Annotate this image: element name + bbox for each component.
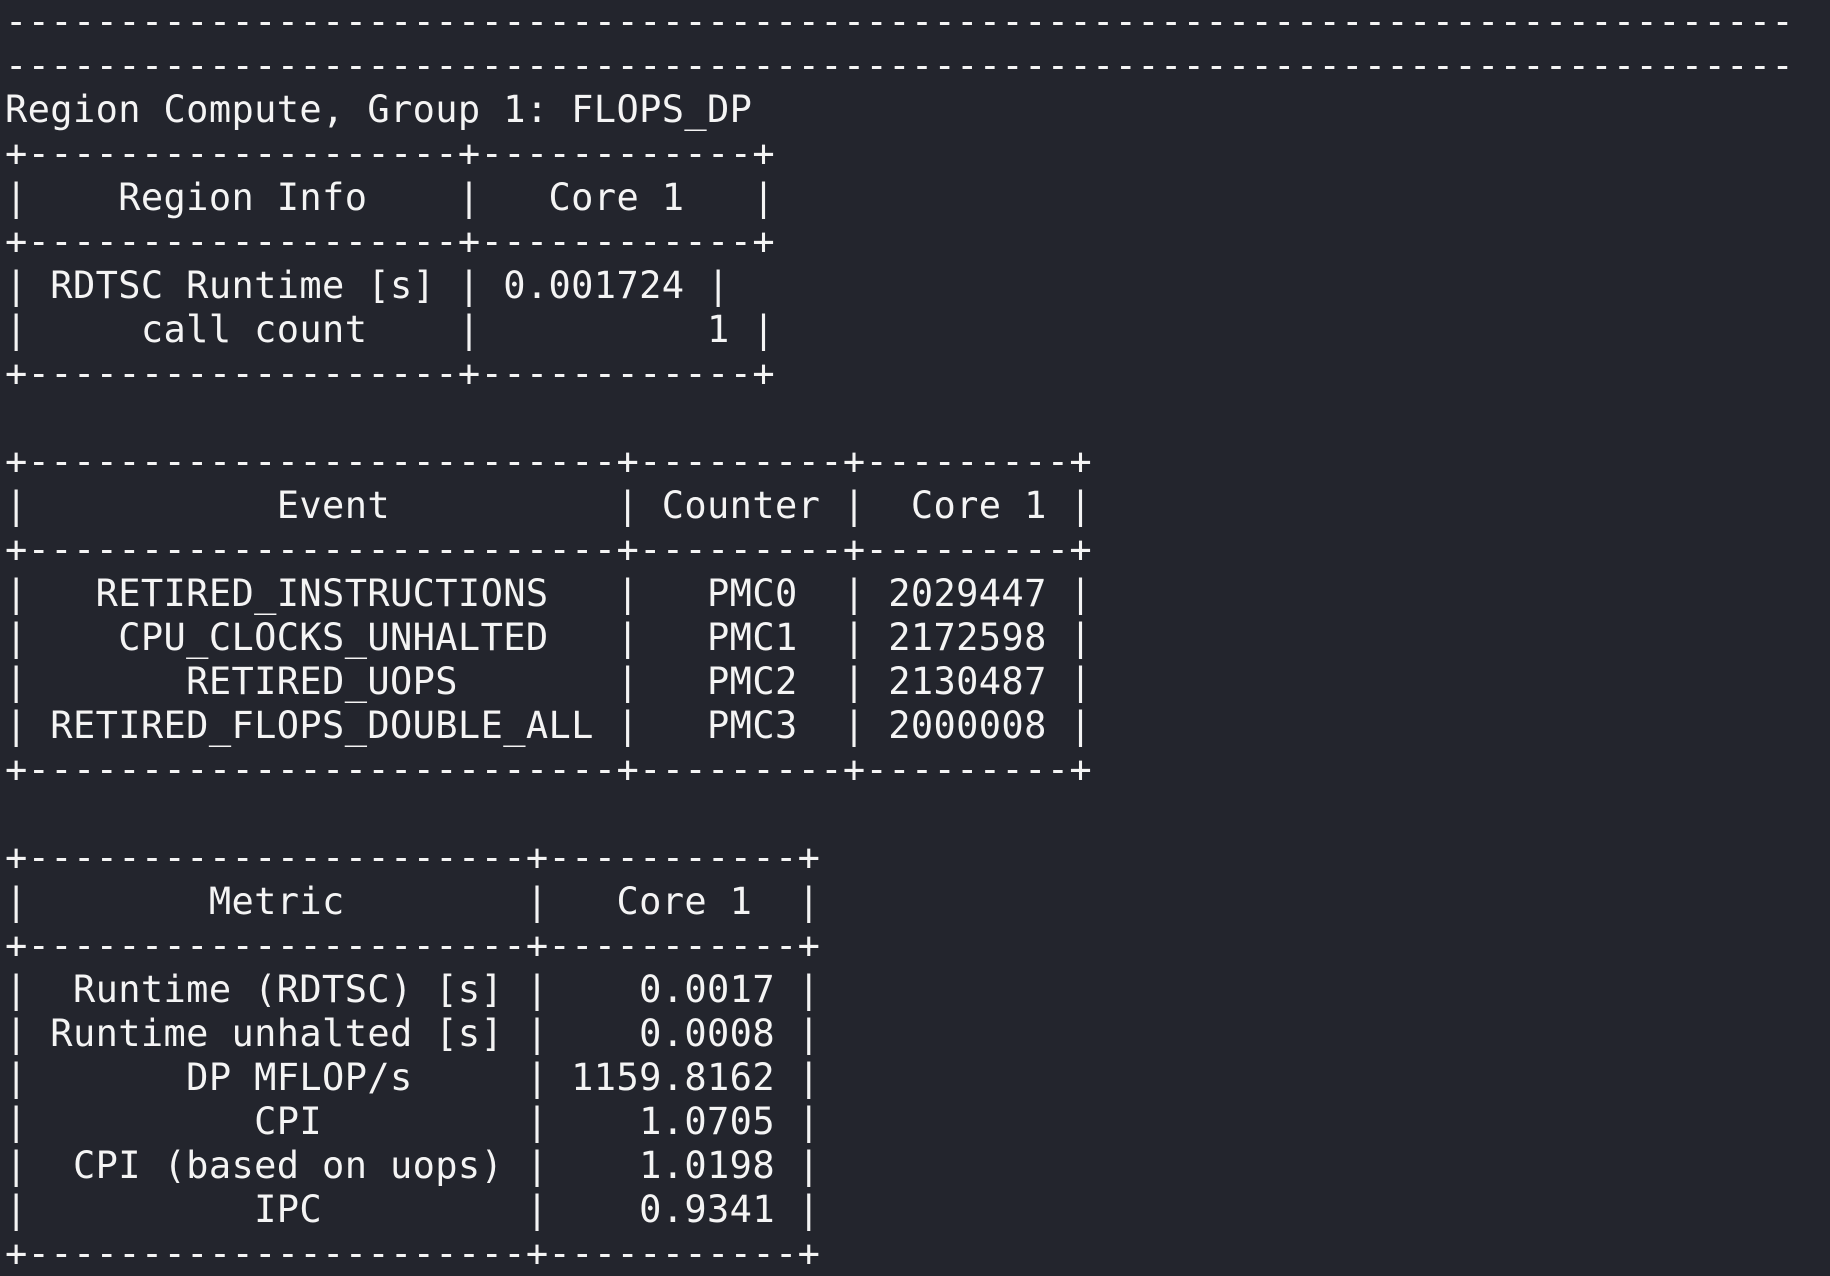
metric-row-runtime-rdtsc: | Runtime (RDTSC) [s] | 0.0017 | [5, 968, 821, 1011]
event-table-border: +--------------------------+---------+--… [5, 748, 1093, 791]
terminal-output: ----------------------------------------… [5, 0, 1794, 1276]
region-info-table-border: +-------------------+------------+ [5, 220, 775, 263]
region-info-table-header: | Region Info | Core 1 | [5, 176, 775, 219]
event-table-header: | Event | Counter | Core 1 | [5, 484, 1093, 527]
region-info-row-call-count: | call count | 1 | [5, 308, 775, 351]
region-info-table-border: +-------------------+------------+ [5, 132, 775, 175]
region-info-row-runtime: | RDTSC Runtime [s] | 0.001724 | [5, 264, 730, 307]
metric-table-border: +----------------------+-----------+ [5, 1232, 821, 1275]
region-heading: Region Compute, Group 1: FLOPS_DP [5, 88, 753, 131]
metric-table-border: +----------------------+-----------+ [5, 836, 821, 879]
event-row-retired-instructions: | RETIRED_INSTRUCTIONS | PMC0 | 2029447 … [5, 572, 1093, 615]
metric-row-dp-mflops: | DP MFLOP/s | 1159.8162 | [5, 1056, 821, 1099]
event-table-border: +--------------------------+---------+--… [5, 440, 1093, 483]
event-table-border: +--------------------------+---------+--… [5, 528, 1093, 571]
metric-row-runtime-unhalted: | Runtime unhalted [s] | 0.0008 | [5, 1012, 821, 1055]
metric-table-border: +----------------------+-----------+ [5, 924, 821, 967]
separator-line: ----------------------------------------… [5, 0, 1795, 43]
separator-line: ----------------------------------------… [5, 44, 1795, 87]
metric-row-cpi-uops: | CPI (based on uops) | 1.0198 | [5, 1144, 821, 1187]
metric-table-header: | Metric | Core 1 | [5, 880, 821, 923]
metric-row-ipc: | IPC | 0.9341 | [5, 1188, 821, 1231]
region-info-table-border: +-------------------+------------+ [5, 352, 775, 395]
event-row-retired-uops: | RETIRED_UOPS | PMC2 | 2130487 | [5, 660, 1093, 703]
metric-row-cpi: | CPI | 1.0705 | [5, 1100, 821, 1143]
event-row-retired-flops-double-all: | RETIRED_FLOPS_DOUBLE_ALL | PMC3 | 2000… [5, 704, 1093, 747]
event-row-cpu-clocks-unhalted: | CPU_CLOCKS_UNHALTED | PMC1 | 2172598 | [5, 616, 1093, 659]
